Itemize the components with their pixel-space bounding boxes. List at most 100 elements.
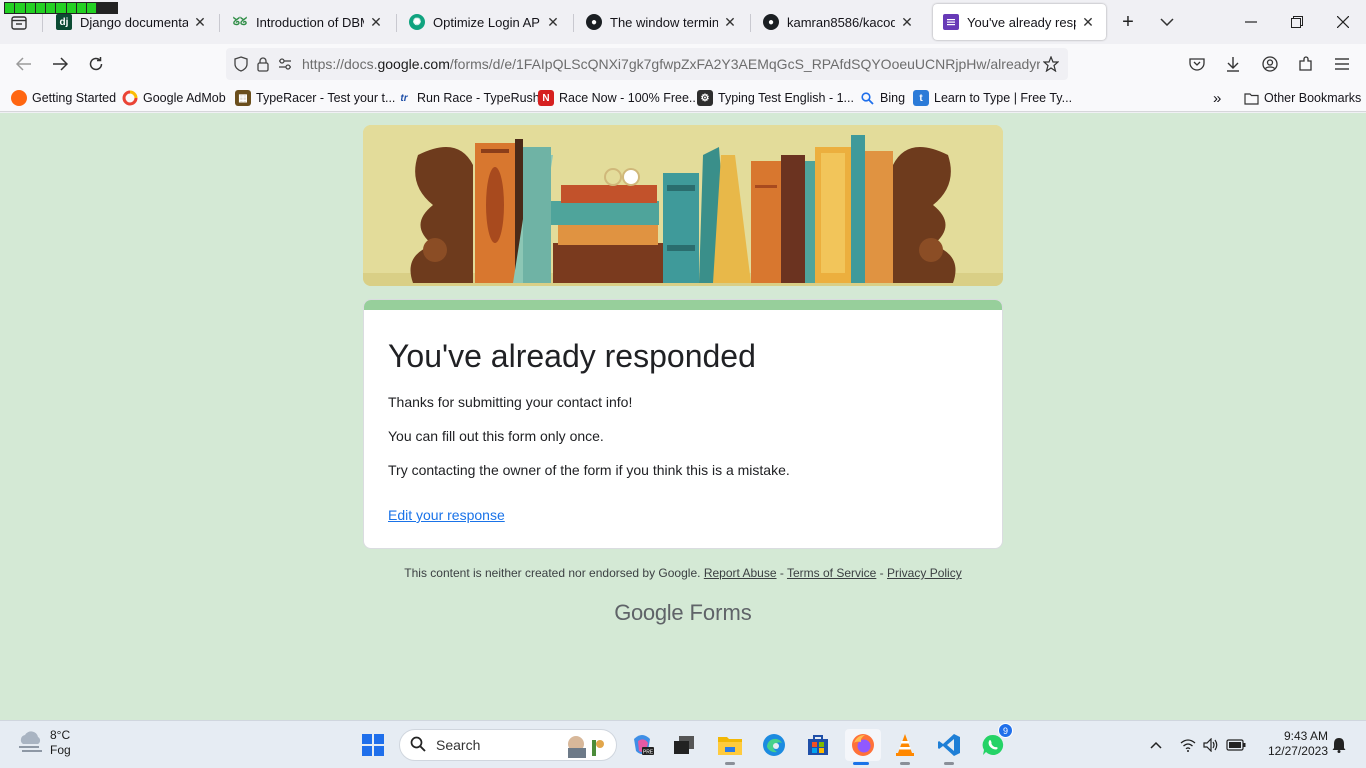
close-window-button[interactable] xyxy=(1320,6,1366,38)
google-wordmark: Google xyxy=(614,600,684,625)
bookmark-label: Google AdMob xyxy=(143,91,226,105)
back-button[interactable] xyxy=(10,50,38,78)
message-line: You can fill out this form only once. xyxy=(388,428,604,444)
forward-button[interactable] xyxy=(46,50,74,78)
bookmark-label: Race Now - 100% Free... xyxy=(559,91,700,105)
bookmark-typerush[interactable]: tr Run Race - TypeRush xyxy=(396,89,539,107)
response-card: You've already responded Thanks for subm… xyxy=(363,299,1003,549)
search-label: Search xyxy=(436,737,481,753)
bookmark-star-icon[interactable] xyxy=(1040,53,1062,75)
taskbar-search-box[interactable]: Search xyxy=(399,729,617,761)
bookmark-nitrotype[interactable]: N Race Now - 100% Free... xyxy=(538,89,699,107)
close-tab-icon[interactable]: ✕ xyxy=(722,14,738,30)
wifi-icon[interactable] xyxy=(1178,729,1198,761)
close-tab-icon[interactable]: ✕ xyxy=(899,14,915,30)
bookmark-typingclub[interactable]: t Learn to Type | Free Ty... xyxy=(913,89,1072,107)
system-clock[interactable]: 9:43 AM 12/27/2023 xyxy=(1256,729,1328,759)
reload-button[interactable] xyxy=(82,50,110,78)
bookmark-label: Typing Test English - 1... xyxy=(718,91,854,105)
bookmark-typeracer[interactable]: ▦ TypeRacer - Test your t... xyxy=(235,89,395,107)
bookmark-label: Other Bookmarks xyxy=(1264,91,1362,105)
chevron-up-icon[interactable] xyxy=(1146,729,1166,761)
svg-text:PRE: PRE xyxy=(643,750,654,756)
downloads-icon[interactable] xyxy=(1219,50,1247,78)
fog-icon xyxy=(16,730,44,757)
list-all-tabs-icon[interactable] xyxy=(8,13,30,33)
tab-django[interactable]: dj Django documentation ✕ xyxy=(46,4,218,40)
tab-optimize-login[interactable]: ✺ Optimize Login API ✕ xyxy=(399,4,571,40)
report-abuse-link[interactable]: Report Abuse xyxy=(704,566,777,580)
firefox-icon xyxy=(11,90,27,106)
tab-dbms[interactable]: ᘜᘜ Introduction of DBMS ✕ xyxy=(222,4,394,40)
vlc-icon[interactable] xyxy=(889,729,921,765)
clock-time: 9:43 AM xyxy=(1283,729,1328,743)
account-icon[interactable] xyxy=(1256,50,1284,78)
edge-icon[interactable] xyxy=(758,729,790,761)
bookmark-google-admob[interactable]: Google AdMob xyxy=(122,89,226,107)
address-bar[interactable]: https://docs.google.com/forms/d/e/1FAIpQ… xyxy=(226,48,1068,80)
typeracer-icon: ▦ xyxy=(235,90,251,106)
privacy-policy-link[interactable]: Privacy Policy xyxy=(887,566,962,580)
bookmark-typing-test[interactable]: ⚙ Typing Test English - 1... xyxy=(697,89,854,107)
footer-disclaimer: This content is neither created nor endo… xyxy=(404,566,962,580)
tab-window-terminate[interactable]: ● The window terminate ✕ xyxy=(576,4,748,40)
url-text[interactable]: https://docs.google.com/forms/d/e/1FAIpQ… xyxy=(302,56,1040,72)
weather-widget[interactable]: 8°C Fog xyxy=(16,728,71,758)
message-line: Try contacting the owner of the form if … xyxy=(388,462,790,478)
chatgpt-icon: ✺ xyxy=(409,14,425,30)
bookmark-getting-started[interactable]: Getting Started xyxy=(11,89,116,107)
volume-icon[interactable] xyxy=(1201,729,1221,761)
copilot-icon[interactable]: PRE xyxy=(626,729,658,761)
battery-icon[interactable] xyxy=(1225,729,1247,761)
more-bookmarks-icon[interactable]: » xyxy=(1213,89,1221,107)
shield-icon[interactable] xyxy=(230,53,252,75)
restore-button[interactable] xyxy=(1274,6,1320,38)
tab-title: Introduction of DBMS xyxy=(256,14,364,30)
notifications-icon[interactable] xyxy=(1330,729,1348,761)
firefox-taskbar-icon[interactable] xyxy=(845,729,881,765)
chevron-down-icon[interactable] xyxy=(1144,6,1190,38)
extensions-icon[interactable] xyxy=(1292,50,1320,78)
bookshelf-banner-image xyxy=(363,125,1003,286)
close-tab-icon[interactable]: ✕ xyxy=(368,14,384,30)
menu-icon[interactable] xyxy=(1328,50,1356,78)
lock-icon[interactable] xyxy=(252,53,274,75)
terms-of-service-link[interactable]: Terms of Service xyxy=(787,566,876,580)
bookmark-label: Learn to Type | Free Ty... xyxy=(934,91,1073,105)
permissions-icon[interactable] xyxy=(274,53,296,75)
windows-start-icon[interactable] xyxy=(357,729,389,761)
tab-already-responded[interactable]: You've already respon ✕ xyxy=(933,4,1106,40)
file-explorer-icon[interactable] xyxy=(714,729,746,765)
search-icon xyxy=(859,90,875,106)
page-title: You've already responded xyxy=(388,338,756,374)
close-tab-icon[interactable]: ✕ xyxy=(1080,14,1096,30)
typingtest-icon: ⚙ xyxy=(697,90,713,106)
notification-badge: 9 xyxy=(998,723,1013,738)
typerush-icon: tr xyxy=(400,92,408,104)
tab-title: The window terminate xyxy=(610,14,718,30)
tab-title: Django documentation xyxy=(80,14,188,30)
minimize-button[interactable] xyxy=(1228,6,1274,38)
pocket-icon[interactable] xyxy=(1183,50,1211,78)
card-accent-bar xyxy=(364,300,1002,310)
tab-kacode[interactable]: ● kamran8586/kacode ✕ xyxy=(753,4,925,40)
tab-title: Optimize Login API xyxy=(433,14,541,30)
whatsapp-icon[interactable]: 9 xyxy=(977,723,1013,761)
other-bookmarks-folder[interactable]: Other Bookmarks xyxy=(1243,89,1361,107)
bookmark-bing[interactable]: Bing xyxy=(859,89,905,107)
typingclub-icon: t xyxy=(913,90,929,106)
edit-response-link[interactable]: Edit your response xyxy=(388,507,505,523)
page-content: You've already responded Thanks for subm… xyxy=(0,113,1366,720)
google-forms-icon xyxy=(943,14,959,30)
task-view-icon[interactable] xyxy=(668,729,700,761)
vscode-icon[interactable] xyxy=(933,729,965,765)
close-tab-icon[interactable]: ✕ xyxy=(545,14,561,30)
close-tab-icon[interactable]: ✕ xyxy=(192,14,208,30)
geeksforgeeks-icon: ᘜᘜ xyxy=(232,15,248,28)
microsoft-store-icon[interactable] xyxy=(802,729,834,761)
message-line: Thanks for submitting your contact info! xyxy=(388,394,633,410)
clock-date: 12/27/2023 xyxy=(1267,744,1328,758)
search-highlight-image xyxy=(562,732,608,761)
github-icon: ● xyxy=(586,14,602,30)
google-forms-logo[interactable]: Google Forms xyxy=(0,600,1366,626)
